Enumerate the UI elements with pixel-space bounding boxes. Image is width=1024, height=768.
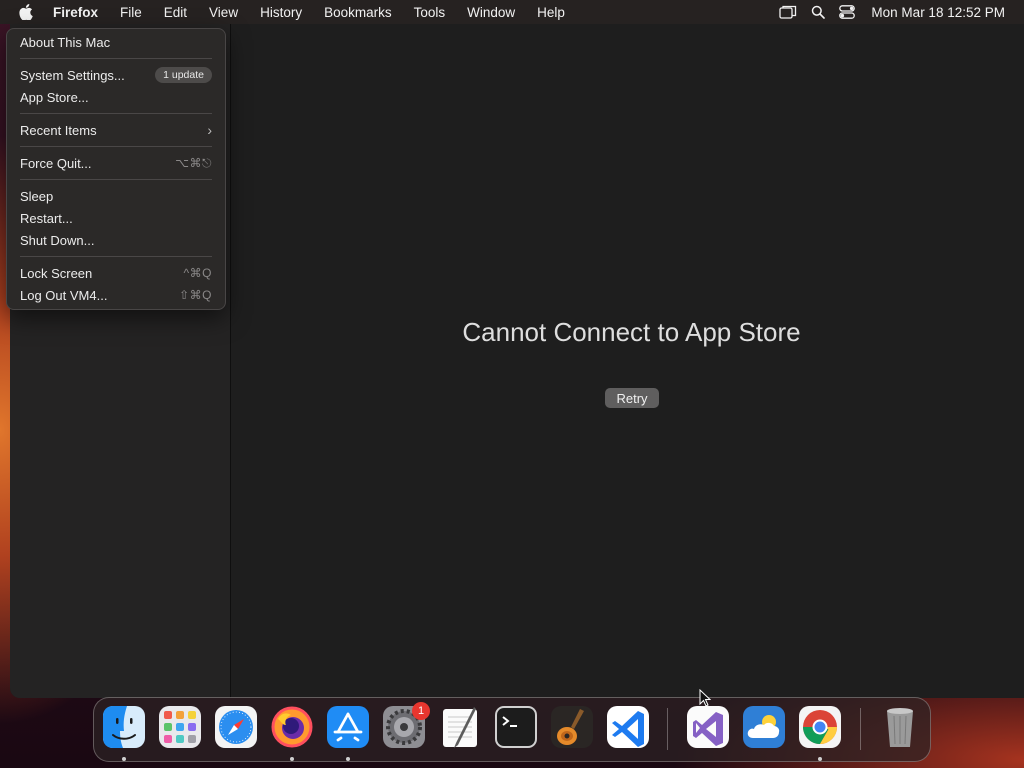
menu-window[interactable]: Window [467, 5, 515, 20]
mouse-pointer-icon [699, 688, 712, 712]
dock-separator [860, 708, 861, 750]
menu-item-label: Sleep [20, 188, 54, 204]
dock-terminal-icon[interactable] [494, 705, 538, 749]
running-indicator [122, 757, 126, 761]
dock-weather-icon[interactable] [742, 705, 786, 749]
menu-item-force-quit[interactable]: Force Quit... ⌥⌘⎋ [20, 152, 212, 174]
menu-item-label: Lock Screen [20, 265, 93, 281]
menu-item-log-out[interactable]: Log Out VM4... ⇧⌘Q [20, 284, 212, 306]
menu-separator [20, 146, 212, 147]
dock-trash-icon[interactable] [878, 705, 922, 749]
dock-launchpad-icon[interactable] [158, 705, 202, 749]
dock-safari-icon[interactable] [214, 705, 258, 749]
menu-item-recent-items[interactable]: Recent Items › [20, 119, 212, 141]
menu-history[interactable]: History [260, 5, 302, 20]
retry-button[interactable]: Retry [605, 388, 659, 408]
menu-bar-status-area: Mon Mar 18 12:52 PM [765, 0, 1005, 24]
update-badge: 1 update [155, 67, 212, 83]
menu-item-restart[interactable]: Restart... [20, 207, 212, 229]
menu-edit[interactable]: Edit [164, 5, 187, 20]
menu-separator [20, 58, 212, 59]
menu-app-name[interactable]: Firefox [53, 5, 98, 20]
menu-bar-clock[interactable]: Mon Mar 18 12:52 PM [871, 5, 1005, 20]
dock-textedit-icon[interactable] [438, 705, 482, 749]
running-indicator [818, 757, 822, 761]
menu-item-sleep[interactable]: Sleep [20, 185, 212, 207]
menu-item-label: About This Mac [20, 34, 111, 50]
screen-mirroring-icon[interactable] [779, 5, 797, 19]
menu-item-about-this-mac[interactable]: About This Mac [20, 31, 212, 53]
dock-firefox-icon[interactable] [270, 705, 314, 749]
menu-bar: Firefox File Edit View History Bookmarks… [0, 0, 1024, 24]
menu-item-label: App Store... [20, 89, 89, 105]
shortcut-label: ⇧⌘Q [179, 288, 212, 302]
menu-item-label: Recent Items [20, 122, 97, 138]
connection-error-message: Cannot Connect to App Store [462, 317, 801, 347]
dock-vscode-icon[interactable] [606, 705, 650, 749]
shortcut-label: ⌥⌘⎋ [175, 155, 212, 170]
menu-item-shut-down[interactable]: Shut Down... [20, 229, 212, 251]
dock-app-store-icon[interactable] [326, 705, 370, 749]
control-center-icon[interactable] [839, 5, 856, 19]
menu-view[interactable]: View [209, 5, 238, 20]
menu-tools[interactable]: Tools [414, 5, 446, 20]
menu-help[interactable]: Help [537, 5, 565, 20]
menu-bookmarks[interactable]: Bookmarks [324, 5, 392, 20]
dock-chrome-icon[interactable] [798, 705, 842, 749]
chevron-right-icon: › [207, 122, 212, 138]
menu-separator [20, 179, 212, 180]
menu-item-label: Shut Down... [20, 232, 95, 248]
shortcut-label: ^⌘Q [183, 266, 212, 280]
menu-item-label: Log Out VM4... [20, 287, 108, 303]
running-indicator [290, 757, 294, 761]
dock-finder-icon[interactable] [102, 705, 146, 749]
menu-item-system-settings[interactable]: System Settings... 1 update [20, 64, 212, 86]
dock: 1 [93, 697, 931, 762]
menu-file[interactable]: File [120, 5, 142, 20]
menu-item-lock-screen[interactable]: Lock Screen ^⌘Q [20, 262, 212, 284]
menu-separator [20, 113, 212, 114]
menu-item-label: Force Quit... [20, 155, 92, 171]
menu-separator [20, 256, 212, 257]
dock-garageband-icon[interactable] [550, 705, 594, 749]
running-indicator [346, 757, 350, 761]
menu-item-label: System Settings... [20, 67, 125, 83]
apple-logo-icon[interactable] [16, 4, 36, 20]
search-icon[interactable] [811, 5, 826, 19]
apple-menu: About This Mac System Settings... 1 upda… [6, 28, 226, 310]
menu-item-label: Restart... [20, 210, 73, 226]
menu-item-app-store[interactable]: App Store... [20, 86, 212, 108]
dock-separator [667, 708, 668, 750]
notification-badge: 1 [412, 702, 430, 720]
